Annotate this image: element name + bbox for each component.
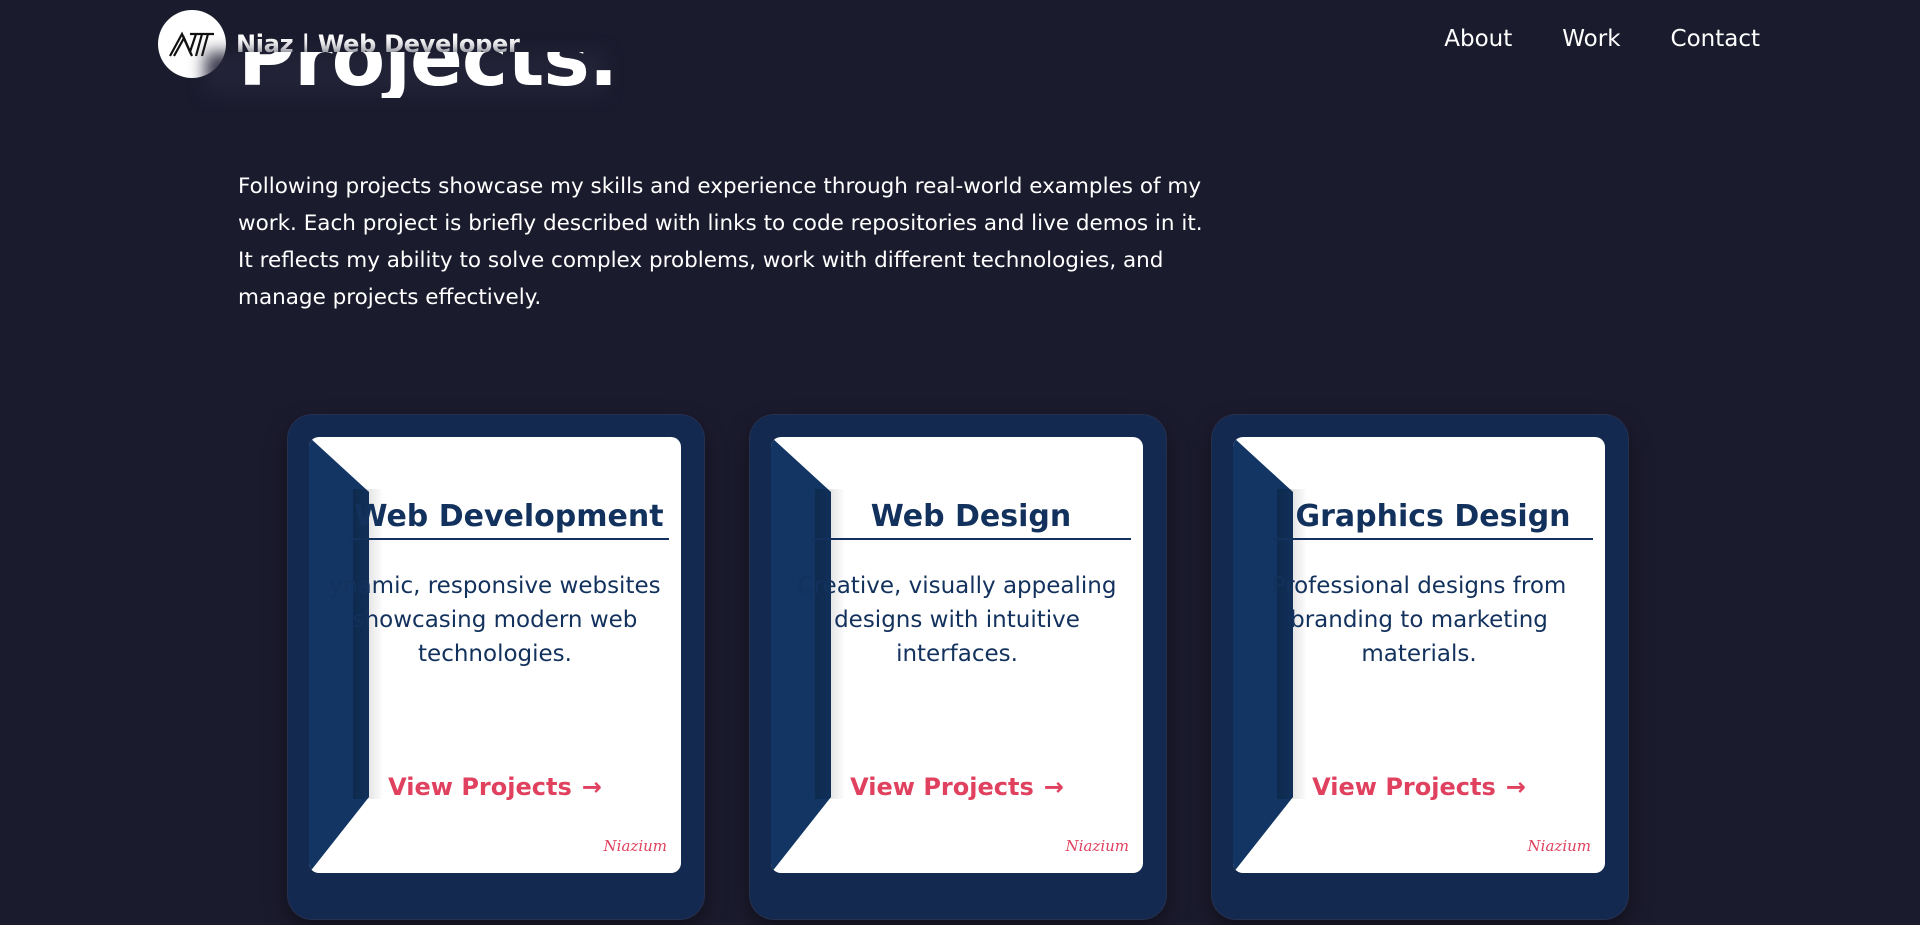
arrow-right-icon: →	[581, 773, 602, 801]
card-web-design: Web Design Creative, visually appealing …	[750, 415, 1166, 919]
intro-paragraph: Following projects showcase my skills an…	[238, 174, 1203, 310]
card-title: Web Development	[349, 499, 669, 540]
arrow-right-icon: →	[1043, 773, 1064, 801]
card-description: Creative, visually appealing designs wit…	[797, 573, 1117, 667]
card-title: Web Design	[811, 499, 1131, 540]
signature-logo: Niazium	[1527, 837, 1591, 855]
nav-work[interactable]: Work	[1562, 26, 1620, 52]
card-panel: Graphics Design Professional designs fro…	[1233, 437, 1605, 873]
card-web-development: Web Development ynamic, responsive websi…	[288, 415, 704, 919]
card-panel: Web Development ynamic, responsive websi…	[309, 437, 681, 873]
signature-logo: Niazium	[603, 837, 667, 855]
card-description: Professional designs from branding to ma…	[1271, 573, 1567, 667]
card-panel: Web Design Creative, visually appealing …	[771, 437, 1143, 873]
view-projects-link[interactable]: View Projects →	[771, 773, 1143, 801]
page-title: Projects.	[238, 52, 618, 98]
view-projects-label: View Projects	[850, 773, 1034, 801]
card-title: Graphics Design	[1273, 499, 1593, 540]
view-projects-link[interactable]: View Projects →	[309, 773, 681, 801]
heading-viewport: Projects.	[238, 52, 638, 140]
view-projects-link[interactable]: View Projects →	[1233, 773, 1605, 801]
signature-logo: Niazium	[1065, 837, 1129, 855]
card-graphics-design: Graphics Design Professional designs fro…	[1212, 415, 1628, 919]
view-projects-label: View Projects	[388, 773, 572, 801]
main-nav: About Work Contact	[1444, 26, 1760, 52]
nav-about[interactable]: About	[1444, 26, 1512, 52]
arrow-right-icon: →	[1505, 773, 1526, 801]
card-description: ynamic, responsive websites showcasing m…	[329, 573, 661, 667]
service-cards: Web Development ynamic, responsive websi…	[288, 415, 1628, 919]
view-projects-label: View Projects	[1312, 773, 1496, 801]
nav-contact[interactable]: Contact	[1671, 26, 1760, 52]
